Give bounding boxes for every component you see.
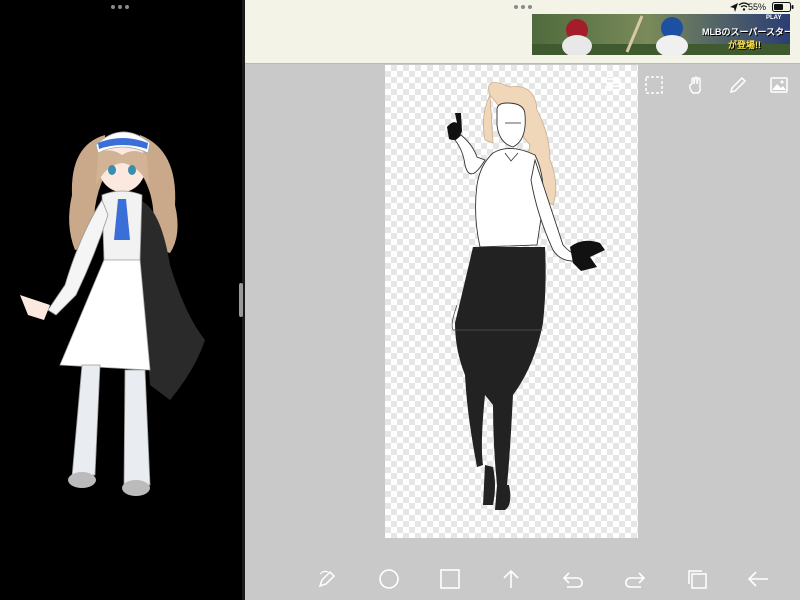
layers-button[interactable]	[600, 72, 626, 98]
ad-tag: PLAY	[766, 15, 782, 21]
transform-icon	[318, 570, 336, 588]
ad-subheadline: が登場!!	[728, 40, 761, 50]
copy-button[interactable]	[682, 564, 712, 594]
left-multitasking-dots[interactable]	[111, 5, 129, 9]
layers-icon	[605, 78, 621, 91]
battery-percentage: 55%	[748, 2, 767, 12]
share-arrow-button[interactable]	[496, 564, 526, 594]
hand-tool-icon	[689, 76, 701, 94]
character-line-art	[447, 82, 605, 510]
transform-button[interactable]	[312, 564, 342, 594]
circle-shape-icon	[379, 569, 399, 589]
image-button[interactable]	[766, 72, 792, 98]
left-app-pane	[0, 0, 244, 600]
pencil-icon	[729, 76, 747, 94]
right-multitasking-dots[interactable]	[514, 5, 532, 9]
ad-banner[interactable]: PLAY MLBのスーパースター が登場!!	[532, 14, 790, 55]
selection-button[interactable]	[641, 72, 667, 98]
hand-tool-button[interactable]	[683, 72, 709, 98]
share-arrow-icon	[503, 569, 519, 588]
undo-button[interactable]	[558, 564, 588, 594]
selection-icon	[645, 76, 663, 94]
square-shape-button[interactable]	[435, 564, 465, 594]
back-button[interactable]	[743, 564, 773, 594]
copy-icon	[688, 570, 707, 589]
circle-shape-button[interactable]	[374, 564, 404, 594]
character-illustration-colored	[20, 131, 205, 496]
square-shape-icon	[440, 569, 460, 589]
battery-icon	[772, 2, 794, 12]
undo-icon	[562, 572, 583, 588]
pencil-button[interactable]	[725, 72, 751, 98]
ad-headline: MLBのスーパースター	[702, 27, 790, 37]
redo-button[interactable]	[620, 564, 650, 594]
back-arrow-icon	[747, 571, 768, 587]
image-icon	[770, 77, 788, 93]
redo-icon	[625, 572, 646, 588]
split-view-handle[interactable]	[239, 283, 243, 317]
drawing-canvas[interactable]	[385, 65, 638, 538]
